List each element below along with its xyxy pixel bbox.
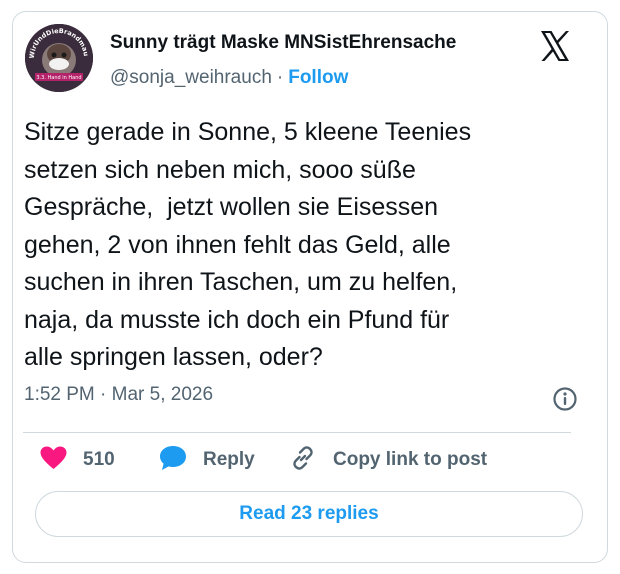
tweet-text: Sitze gerade in Sonne, 5 kleene Teenies … bbox=[24, 118, 472, 371]
tweet-timestamp[interactable]: 1:52 PM · Mar 5, 2026 bbox=[24, 384, 213, 406]
copy-link-button[interactable]: Copy link to post bbox=[289, 444, 488, 477]
avatar[interactable]: #WirUndDieBrandmauer 3.3. Hand in Hand bbox=[25, 24, 93, 92]
like-button[interactable]: 510 bbox=[40, 446, 115, 474]
divider bbox=[23, 432, 571, 433]
reply-button[interactable]: Reply bbox=[159, 445, 255, 476]
reply-bubble-icon bbox=[159, 445, 187, 476]
author-display-name[interactable]: Sunny trägt Maske MNSistEhrensache bbox=[110, 32, 456, 54]
x-logo-icon[interactable] bbox=[538, 29, 572, 63]
link-icon bbox=[289, 444, 317, 477]
author-handle-row: @sonja_weihrauch · Follow bbox=[110, 67, 348, 89]
copy-link-label: Copy link to post bbox=[333, 449, 488, 470]
author-handle[interactable]: @sonja_weihrauch bbox=[110, 67, 272, 88]
avatar-banner-text: 3.3. Hand in Hand bbox=[36, 75, 81, 81]
reply-label: Reply bbox=[203, 449, 255, 470]
like-count: 510 bbox=[83, 449, 115, 470]
separator-dot: · bbox=[276, 67, 284, 88]
info-icon[interactable] bbox=[552, 386, 578, 412]
heart-icon bbox=[40, 446, 67, 475]
follow-link[interactable]: Follow bbox=[288, 67, 348, 88]
read-replies-button[interactable]: Read 23 replies bbox=[35, 491, 583, 537]
